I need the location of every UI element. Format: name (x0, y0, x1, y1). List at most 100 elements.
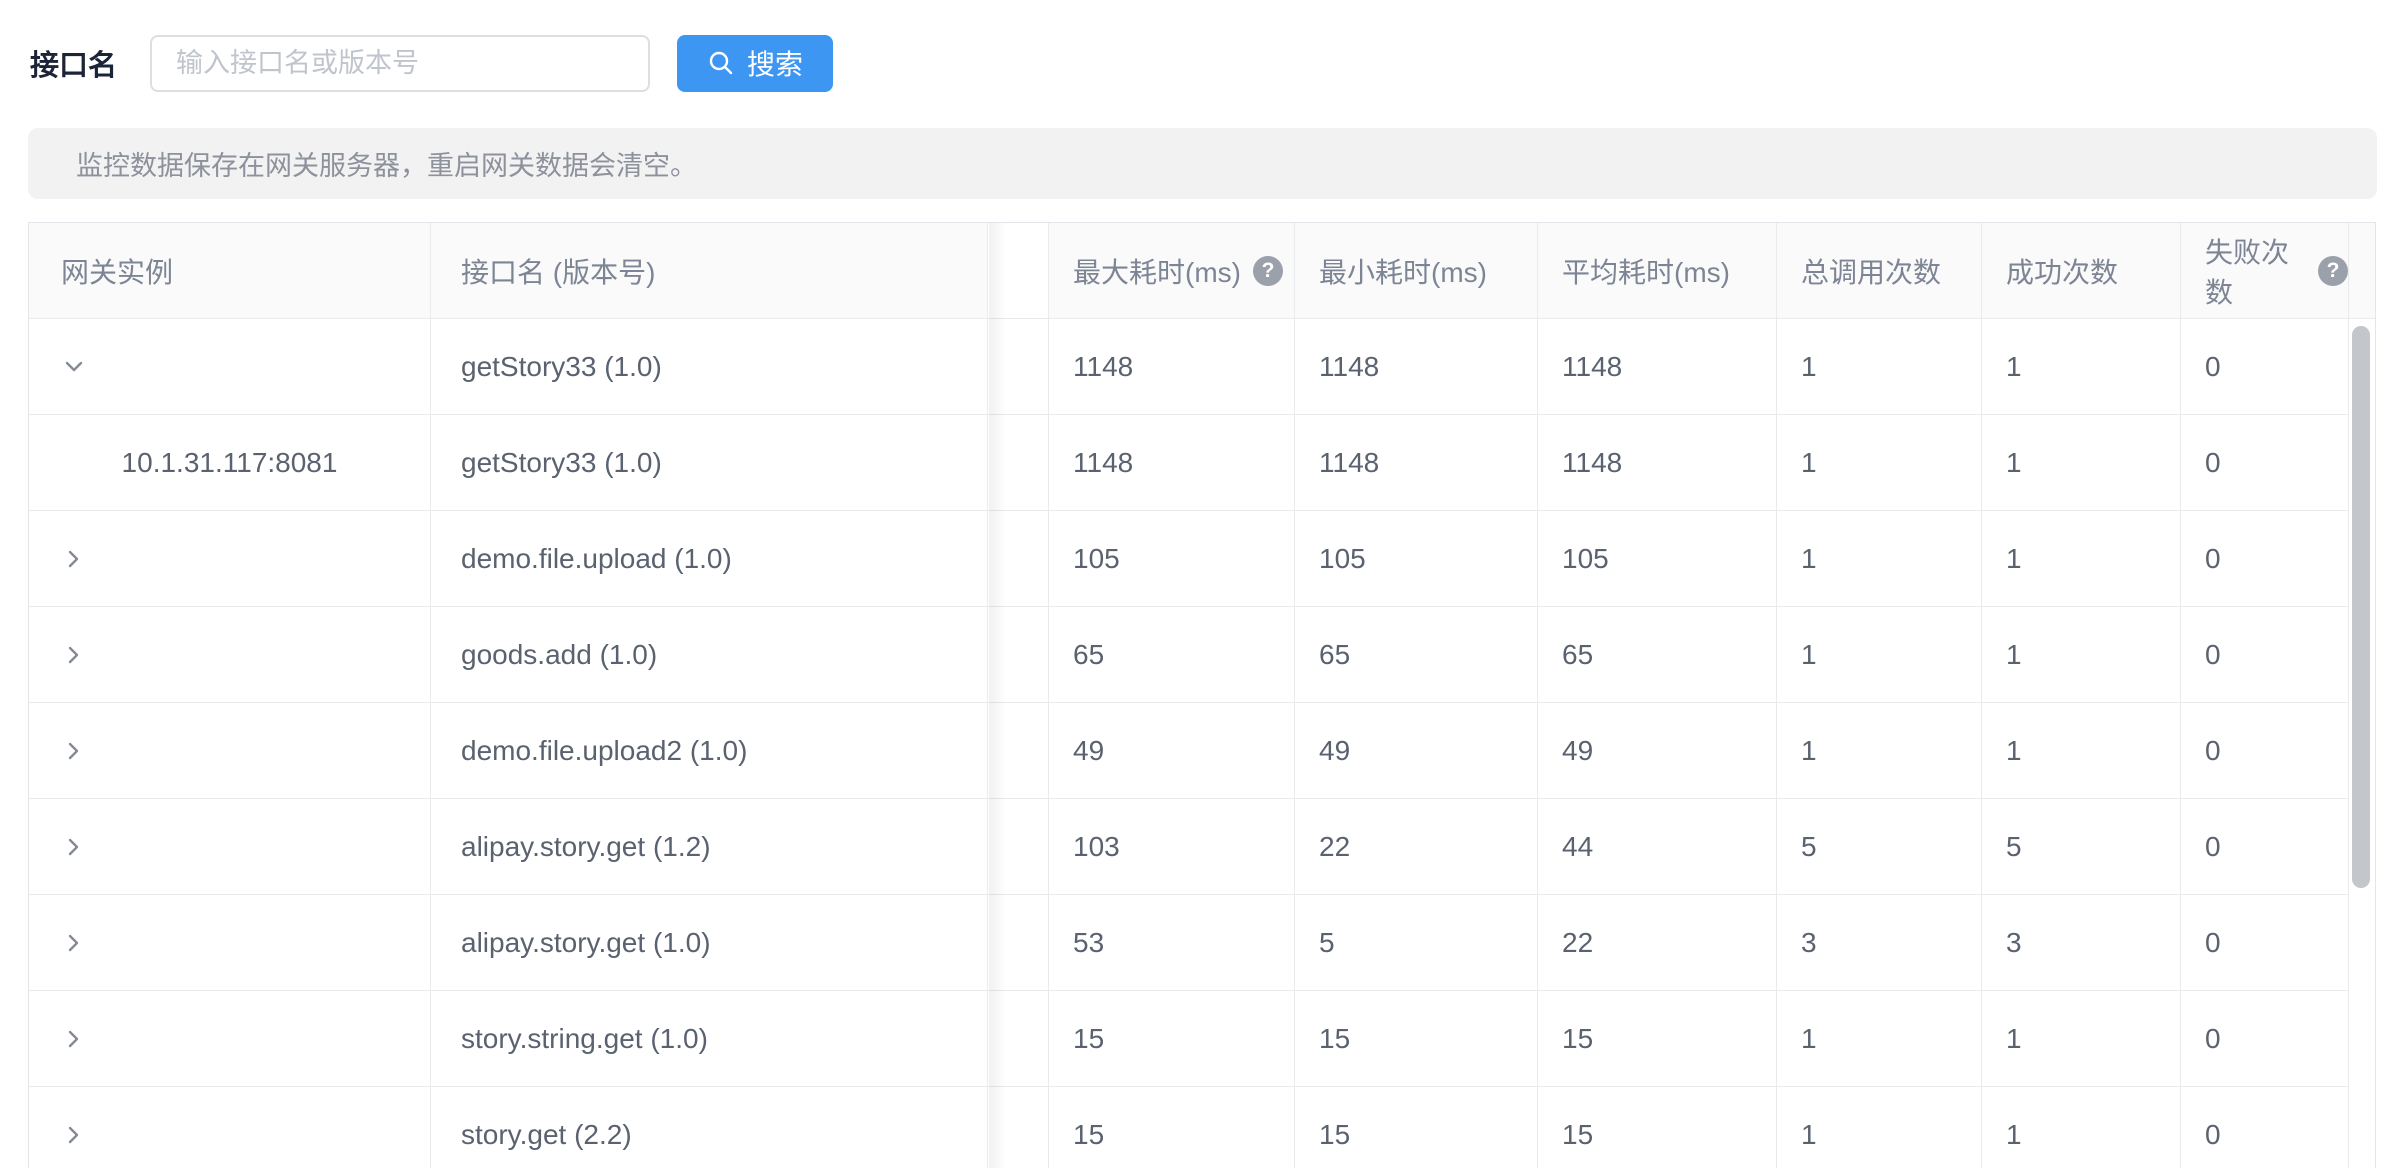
table-row: alipay.story.get (1.2) 103 22 44 5 5 0 (29, 799, 2349, 895)
cell-instance (29, 703, 431, 798)
search-button-label: 搜索 (747, 43, 803, 83)
cell-spacer (988, 415, 1049, 510)
cell-spacer (988, 511, 1049, 606)
cell-avg: 15 (1538, 991, 1777, 1086)
table-row: getStory33 (1.0) 1148 1148 1148 1 1 0 (29, 319, 2349, 415)
cell-success: 1 (1982, 415, 2181, 510)
column-header-success-count: 成功次数 (1982, 223, 2181, 318)
cell-instance (29, 607, 431, 702)
help-icon[interactable]: ? (1253, 256, 1283, 286)
cell-total: 1 (1777, 511, 1982, 606)
cell-instance: 10.1.31.117:8081 (29, 415, 431, 510)
cell-spacer (988, 799, 1049, 894)
cell-avg: 15 (1538, 1087, 1777, 1168)
table-row-child: 10.1.31.117:8081 getStory33 (1.0) 1148 1… (29, 415, 2349, 511)
search-icon (707, 49, 735, 77)
cell-spacer (988, 607, 1049, 702)
cell-total: 1 (1777, 415, 1982, 510)
cell-fail: 0 (2181, 799, 2349, 894)
cell-success: 1 (1982, 703, 2181, 798)
table-header-row: 网关实例 接口名 (版本号) 最大耗时(ms)? 最小耗时(ms) 平均耗时(m… (29, 223, 2375, 319)
cell-avg: 105 (1538, 511, 1777, 606)
cell-max: 15 (1049, 1087, 1295, 1168)
column-header-instance: 网关实例 (29, 223, 431, 318)
cell-max: 105 (1049, 511, 1295, 606)
chevron-right-icon[interactable] (61, 1122, 87, 1148)
cell-fail: 0 (2181, 415, 2349, 510)
cell-max: 65 (1049, 607, 1295, 702)
cell-success: 1 (1982, 319, 2181, 414)
cell-total: 3 (1777, 895, 1982, 990)
search-button[interactable]: 搜索 (677, 35, 833, 92)
cell-success: 1 (1982, 511, 2181, 606)
cell-fail: 0 (2181, 991, 2349, 1086)
cell-min: 15 (1295, 1087, 1538, 1168)
column-header-min-time: 最小耗时(ms) (1295, 223, 1538, 318)
cell-fail: 0 (2181, 511, 2349, 606)
vertical-scrollbar-thumb[interactable] (2352, 326, 2370, 888)
cell-success: 1 (1982, 1087, 2181, 1168)
chevron-right-icon[interactable] (61, 930, 87, 956)
cell-total: 1 (1777, 1087, 1982, 1168)
search-input[interactable] (150, 35, 650, 92)
cell-api: getStory33 (1.0) (431, 415, 988, 510)
cell-max: 1148 (1049, 415, 1295, 510)
cell-fail: 0 (2181, 319, 2349, 414)
cell-api: alipay.story.get (1.2) (431, 799, 988, 894)
chevron-right-icon[interactable] (61, 834, 87, 860)
cell-avg: 65 (1538, 607, 1777, 702)
cell-spacer (988, 703, 1049, 798)
cell-api: alipay.story.get (1.0) (431, 895, 988, 990)
cell-max: 15 (1049, 991, 1295, 1086)
cell-spacer (988, 895, 1049, 990)
chevron-right-icon[interactable] (61, 546, 87, 572)
column-header-api: 接口名 (版本号) (431, 223, 988, 318)
cell-total: 1 (1777, 703, 1982, 798)
cell-total: 1 (1777, 607, 1982, 702)
chevron-right-icon[interactable] (61, 642, 87, 668)
cell-instance (29, 319, 431, 414)
cell-instance (29, 799, 431, 894)
table-row: story.get (2.2) 15 15 15 1 1 0 (29, 1087, 2349, 1168)
table-row: story.string.get (1.0) 15 15 15 1 1 0 (29, 991, 2349, 1087)
cell-avg: 44 (1538, 799, 1777, 894)
help-icon[interactable]: ? (2318, 256, 2348, 286)
alert-banner: 监控数据保存在网关服务器，重启网关数据会清空。 (28, 128, 2377, 199)
cell-min: 22 (1295, 799, 1538, 894)
cell-min: 49 (1295, 703, 1538, 798)
cell-avg: 1148 (1538, 415, 1777, 510)
cell-min: 105 (1295, 511, 1538, 606)
cell-max: 1148 (1049, 319, 1295, 414)
table-row: demo.file.upload (1.0) 105 105 105 1 1 0 (29, 511, 2349, 607)
cell-min: 15 (1295, 991, 1538, 1086)
cell-spacer (988, 1087, 1049, 1168)
chevron-down-icon[interactable] (61, 354, 87, 380)
cell-avg: 22 (1538, 895, 1777, 990)
cell-min: 1148 (1295, 415, 1538, 510)
cell-max: 103 (1049, 799, 1295, 894)
cell-total: 1 (1777, 991, 1982, 1086)
column-header-total-calls: 总调用次数 (1777, 223, 1982, 318)
cell-total: 5 (1777, 799, 1982, 894)
cell-instance (29, 991, 431, 1086)
interface-name-label: 接口名 (30, 42, 117, 84)
cell-fail: 0 (2181, 1087, 2349, 1168)
cell-spacer (988, 319, 1049, 414)
cell-success: 3 (1982, 895, 2181, 990)
chevron-right-icon[interactable] (61, 738, 87, 764)
cell-max: 53 (1049, 895, 1295, 990)
cell-api: story.string.get (1.0) (431, 991, 988, 1086)
cell-fail: 0 (2181, 703, 2349, 798)
cell-spacer (988, 991, 1049, 1086)
cell-instance (29, 895, 431, 990)
cell-api: story.get (2.2) (431, 1087, 988, 1168)
cell-fail: 0 (2181, 607, 2349, 702)
cell-instance (29, 1087, 431, 1168)
column-header-avg-time: 平均耗时(ms) (1538, 223, 1777, 318)
cell-success: 1 (1982, 607, 2181, 702)
column-header-fail-count: 失败次数? (2181, 223, 2349, 318)
chevron-right-icon[interactable] (61, 1026, 87, 1052)
cell-avg: 49 (1538, 703, 1777, 798)
monitor-table: 网关实例 接口名 (版本号) 最大耗时(ms)? 最小耗时(ms) 平均耗时(m… (28, 222, 2376, 1168)
column-header-scroll-gutter (2349, 223, 2375, 318)
